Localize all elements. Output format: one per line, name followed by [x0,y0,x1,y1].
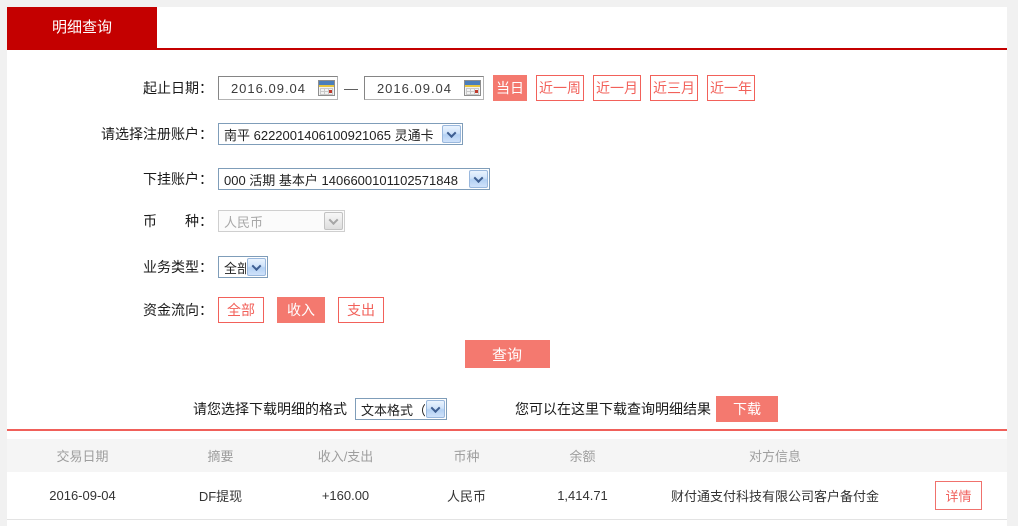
date-range-row: 起止日期： 2016.09.04 — 2016.09.04 当日 近一周 近一月… [7,75,1007,101]
end-date-input[interactable]: 2016.09.04 [364,76,484,100]
fund-flow-label: 资金流向： [7,300,213,320]
fund-flow-income-button[interactable]: 收入 [277,297,325,323]
business-type-value: 全部 [219,258,246,277]
header-summary: 摘要 [158,439,283,472]
start-date-value: 2016.09.04 [219,81,318,96]
date-range-label: 起止日期： [7,78,213,98]
register-account-value: 南平 6222001406100921065 灵通卡 [219,125,441,144]
tab-detail-query[interactable]: 明细查询 [7,7,157,48]
register-account-row: 请选择注册账户： 南平 6222001406100921065 灵通卡 [7,123,1007,145]
calendar-icon[interactable] [464,80,481,96]
cell-counterparty: 财付通支付科技有限公司客户备付金 [640,472,910,520]
header-action [910,439,1007,472]
table-header-row: 交易日期 摘要 收入/支出 币种 余额 对方信息 [7,439,1007,472]
table-row: 2016-09-04 DF提现 +160.00 人民币 1,414.71 财付通… [7,472,1007,520]
header-currency: 币种 [408,439,525,472]
transactions-table: 交易日期 摘要 收入/支出 币种 余额 对方信息 2016-09-04 DF提现… [7,439,1007,520]
quick-range-year-button[interactable]: 近一年 [707,75,755,101]
chevron-down-icon [324,212,343,230]
sub-account-select[interactable]: 000 活期 基本户 1406600101102571848 [218,168,490,190]
currency-select: 人民币 [218,210,345,232]
quick-range-today-button[interactable]: 当日 [493,75,527,101]
header-counterparty: 对方信息 [640,439,910,472]
quick-range-week-button[interactable]: 近一周 [536,75,584,101]
download-row: 请您选择下载明细的格式 文本格式（.txt） 您可以在这里下载查询明细结果 下载 [193,396,1007,422]
currency-value: 人民币 [219,212,323,231]
fund-flow-all-button[interactable]: 全部 [218,297,264,323]
register-account-label: 请选择注册账户： [7,124,213,144]
register-account-select[interactable]: 南平 6222001406100921065 灵通卡 [218,123,463,145]
calendar-icon[interactable] [318,80,335,96]
business-type-row: 业务类型： 全部 [7,256,1007,278]
detail-button[interactable]: 详情 [935,481,981,510]
download-format-value: 文本格式（.txt） [356,400,425,419]
table-top-divider [7,429,1007,431]
download-button[interactable]: 下载 [716,396,778,422]
cell-summary: DF提现 [158,472,283,520]
query-button-row: 查询 [7,340,1007,368]
cell-date: 2016-09-04 [7,472,158,520]
start-date-input[interactable]: 2016.09.04 [218,76,338,100]
chevron-down-icon[interactable] [426,400,445,418]
chevron-down-icon[interactable] [247,258,266,276]
chevron-down-icon[interactable] [469,170,488,188]
cell-balance: 1,414.71 [525,472,640,520]
business-type-select[interactable]: 全部 [218,256,268,278]
tab-strip: 明细查询 [7,7,1007,50]
sub-account-value: 000 活期 基本户 1406600101102571848 [219,170,468,189]
fund-flow-expense-button[interactable]: 支出 [338,297,384,323]
currency-label: 币 种： [7,211,213,231]
date-separator: — [344,80,358,96]
chevron-down-icon[interactable] [442,125,461,143]
download-format-label: 请您选择下载明细的格式 [193,399,347,419]
end-date-value: 2016.09.04 [365,81,464,96]
header-in-out: 收入/支出 [283,439,408,472]
sub-account-label: 下挂账户： [7,169,213,189]
business-type-label: 业务类型： [7,257,213,277]
download-format-select[interactable]: 文本格式（.txt） [355,398,447,420]
sub-account-row: 下挂账户： 000 活期 基本户 1406600101102571848 [7,168,1007,190]
cell-amount: +160.00 [283,472,408,520]
content-panel: 明细查询 起止日期： 2016.09.04 — 2016.09.04 当日 近一… [7,7,1007,526]
quick-range-quarter-button[interactable]: 近三月 [650,75,698,101]
header-balance: 余额 [525,439,640,472]
query-button[interactable]: 查询 [465,340,550,368]
cell-currency: 人民币 [408,472,525,520]
query-form: 起止日期： 2016.09.04 — 2016.09.04 当日 近一周 近一月… [7,50,1007,422]
cell-action: 详情 [910,472,1007,520]
currency-row: 币 种： 人民币 [7,210,1007,232]
download-hint: 您可以在这里下载查询明细结果 [515,399,711,419]
header-date: 交易日期 [7,439,158,472]
fund-flow-row: 资金流向： 全部 收入 支出 [7,297,1007,323]
quick-range-month-button[interactable]: 近一月 [593,75,641,101]
